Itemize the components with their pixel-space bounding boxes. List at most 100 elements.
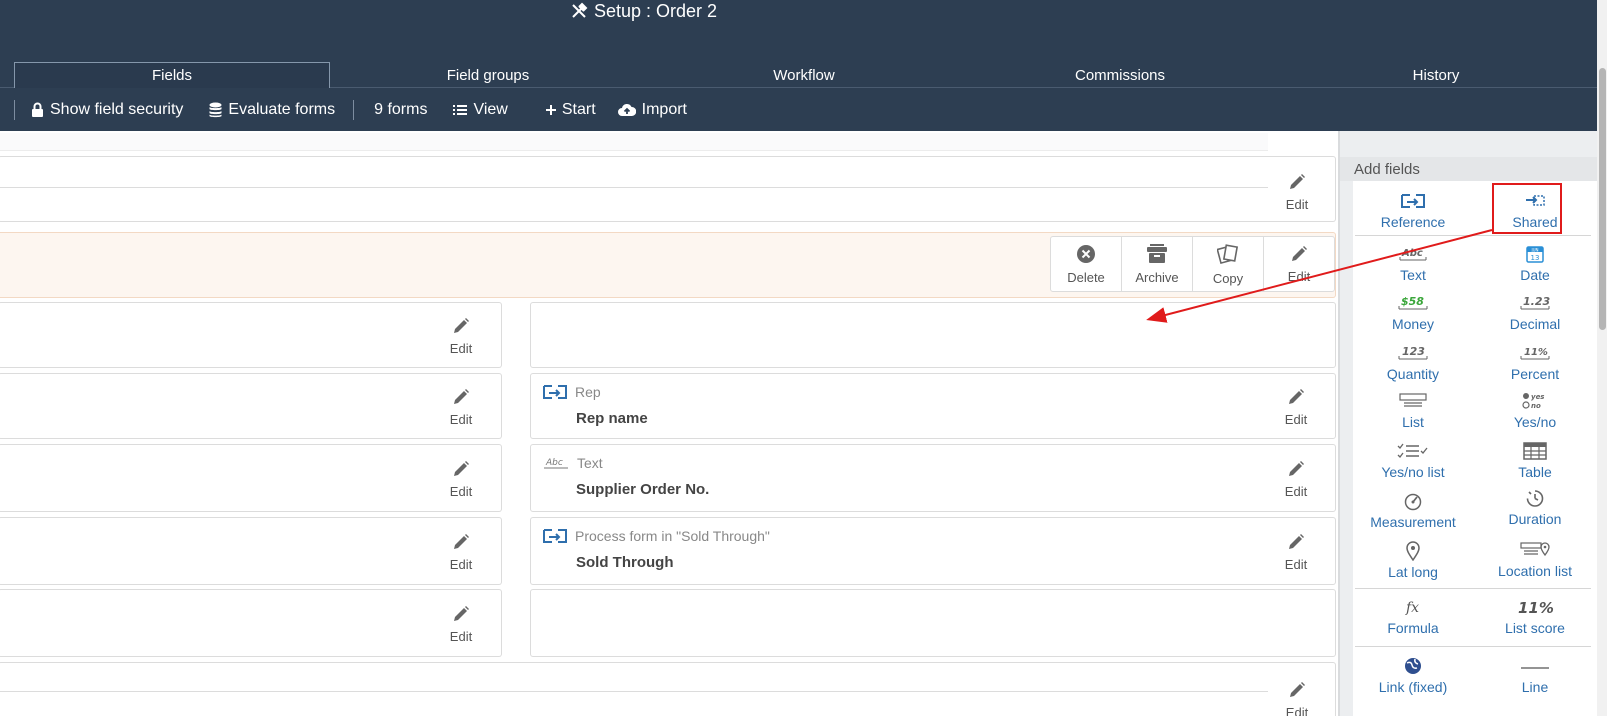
field-row-rep[interactable]: Rep Rep name Edit: [530, 373, 1336, 439]
quantity-icon: 123: [1398, 345, 1428, 360]
show-field-security-button[interactable]: Show field security: [31, 95, 183, 125]
add-table-label: Table: [1518, 464, 1552, 480]
add-yes-no-list-label: Yes/no list: [1381, 464, 1445, 480]
svg-text:Abc: Abc: [545, 458, 563, 468]
edit-button[interactable]: Edit: [438, 527, 484, 577]
field-name: Sold Through: [576, 554, 674, 571]
add-yes-no-list-field[interactable]: Yes/no list: [1353, 441, 1473, 480]
add-duration-field[interactable]: Duration: [1475, 488, 1595, 527]
archive-button[interactable]: Archive: [1122, 237, 1193, 291]
edit-button[interactable]: Edit: [1273, 454, 1319, 504]
field-type-text: Process form in "Sold Through": [575, 528, 770, 544]
edit-button[interactable]: Edit: [1273, 382, 1319, 432]
edit-button[interactable]: Edit: [1273, 527, 1319, 577]
tab-field-groups[interactable]: Field groups: [330, 62, 646, 88]
import-button[interactable]: Import: [617, 95, 687, 125]
field-type-text: Text: [577, 455, 603, 471]
add-location-list-field[interactable]: Location list: [1475, 540, 1595, 579]
add-line-label: Line: [1521, 679, 1549, 695]
top-header: Setup : Order 2 Fields Field groups Work…: [0, 0, 1597, 131]
add-list-field[interactable]: List: [1353, 391, 1473, 430]
dropdown-list-icon: [1399, 393, 1427, 407]
add-formula-label: Formula: [1387, 620, 1439, 636]
left-field-row: Edit: [0, 517, 502, 585]
formula-fx-icon: fx: [1405, 600, 1419, 616]
edit-section-button[interactable]: Edit: [1264, 237, 1334, 291]
add-formula-field[interactable]: fx Formula: [1353, 597, 1473, 636]
start-button[interactable]: Start: [545, 95, 596, 125]
location-list-icon: [1520, 542, 1550, 557]
edit-button[interactable]: Edit: [438, 599, 484, 649]
delete-button[interactable]: Delete: [1051, 237, 1122, 291]
view-button[interactable]: View: [453, 95, 508, 125]
add-measurement-field[interactable]: Measurement: [1353, 491, 1473, 530]
add-money-label: Money: [1391, 316, 1435, 332]
edit-button[interactable]: Edit: [438, 311, 484, 361]
yes-no-radio-icon: yesno: [1522, 393, 1544, 410]
add-duration-label: Duration: [1508, 511, 1562, 527]
add-date-field[interactable]: JUN 13 Date: [1475, 244, 1595, 283]
tab-workflow-label: Workflow: [773, 66, 835, 84]
evaluate-forms-button[interactable]: Evaluate forms: [209, 95, 335, 125]
pencil-icon: [454, 460, 469, 476]
edit-section-label: Edit: [1287, 268, 1311, 284]
add-money-field[interactable]: $58 Money: [1353, 293, 1473, 332]
checklist-icon: [1397, 443, 1428, 458]
tab-commissions-label: Commissions: [1074, 66, 1165, 84]
plus-icon: [545, 105, 556, 115]
add-quantity-field[interactable]: 123 Quantity: [1353, 343, 1473, 382]
add-line-field[interactable]: Line: [1475, 656, 1595, 695]
edit-label: Edit: [449, 340, 473, 356]
decimal-icon: 1.23: [1520, 295, 1550, 310]
money-icon: $58: [1398, 295, 1428, 310]
svg-text:no: no: [1531, 402, 1541, 410]
svg-text:$58: $58: [1401, 295, 1424, 308]
add-text-label: Text: [1400, 267, 1426, 283]
add-decimal-label: Decimal: [1509, 316, 1561, 332]
pencil-icon: [1289, 533, 1304, 549]
add-reference-field[interactable]: Reference: [1353, 191, 1473, 230]
tab-commissions[interactable]: Commissions: [962, 62, 1278, 88]
copy-button[interactable]: Copy: [1193, 237, 1264, 291]
add-lat-long-field[interactable]: Lat long: [1353, 541, 1473, 580]
svg-text:fx: fx: [1405, 600, 1419, 616]
pencil-icon: [1290, 681, 1305, 697]
field-row-supplier-order[interactable]: Abc Text Supplier Order No. Edit: [530, 444, 1336, 512]
calendar-icon: JUN 13: [1526, 246, 1544, 263]
tab-history[interactable]: History: [1278, 62, 1594, 88]
add-list-score-field[interactable]: 11% List score: [1475, 597, 1595, 636]
add-yes-no-label: Yes/no: [1513, 414, 1557, 430]
edit-label: Edit: [449, 628, 473, 644]
field-row-sold-through[interactable]: Process form in "Sold Through" Sold Thro…: [530, 517, 1336, 585]
edit-label: Edit: [449, 411, 473, 427]
add-lat-long-label: Lat long: [1388, 564, 1438, 580]
empty-field-slot[interactable]: [530, 589, 1336, 657]
edit-button[interactable]: Edit: [1274, 675, 1320, 716]
left-field-row: Edit: [0, 302, 502, 368]
edit-button[interactable]: Edit: [438, 454, 484, 504]
add-link-fixed-field[interactable]: Link (fixed): [1353, 656, 1473, 695]
tab-workflow[interactable]: Workflow: [646, 62, 962, 88]
show-field-security-label: Show field security: [50, 101, 184, 118]
field-name: Supplier Order No.: [576, 481, 710, 498]
empty-field-slot[interactable]: [530, 302, 1336, 368]
shared-highlight-annotation: [1492, 183, 1562, 234]
add-yes-no-field[interactable]: yes no Yes/no: [1475, 391, 1595, 430]
edit-button[interactable]: Edit: [1274, 167, 1320, 217]
scrollbar-thumb[interactable]: [1599, 68, 1606, 330]
add-percent-label: Percent: [1510, 366, 1560, 382]
forms-count-label: 9 forms: [374, 101, 428, 118]
left-field-row: Edit: [0, 589, 502, 657]
add-table-field[interactable]: Table: [1475, 441, 1595, 480]
horizontal-line-icon: [1521, 667, 1549, 669]
toolbar: Show field security Evaluate forms 9 for…: [0, 95, 687, 125]
add-decimal-field[interactable]: 1.23 Decimal: [1475, 293, 1595, 332]
edit-label: Edit: [449, 556, 473, 572]
add-text-field[interactable]: Abc Text: [1353, 244, 1473, 283]
forms-count-button[interactable]: 9 forms: [374, 95, 427, 125]
add-percent-field[interactable]: 11% Percent: [1475, 343, 1595, 382]
edit-button[interactable]: Edit: [438, 382, 484, 432]
tab-fields[interactable]: Fields: [14, 62, 330, 88]
pencil-icon: [454, 388, 469, 404]
tab-bar: Fields Field groups Workflow Commissions…: [0, 62, 1597, 88]
